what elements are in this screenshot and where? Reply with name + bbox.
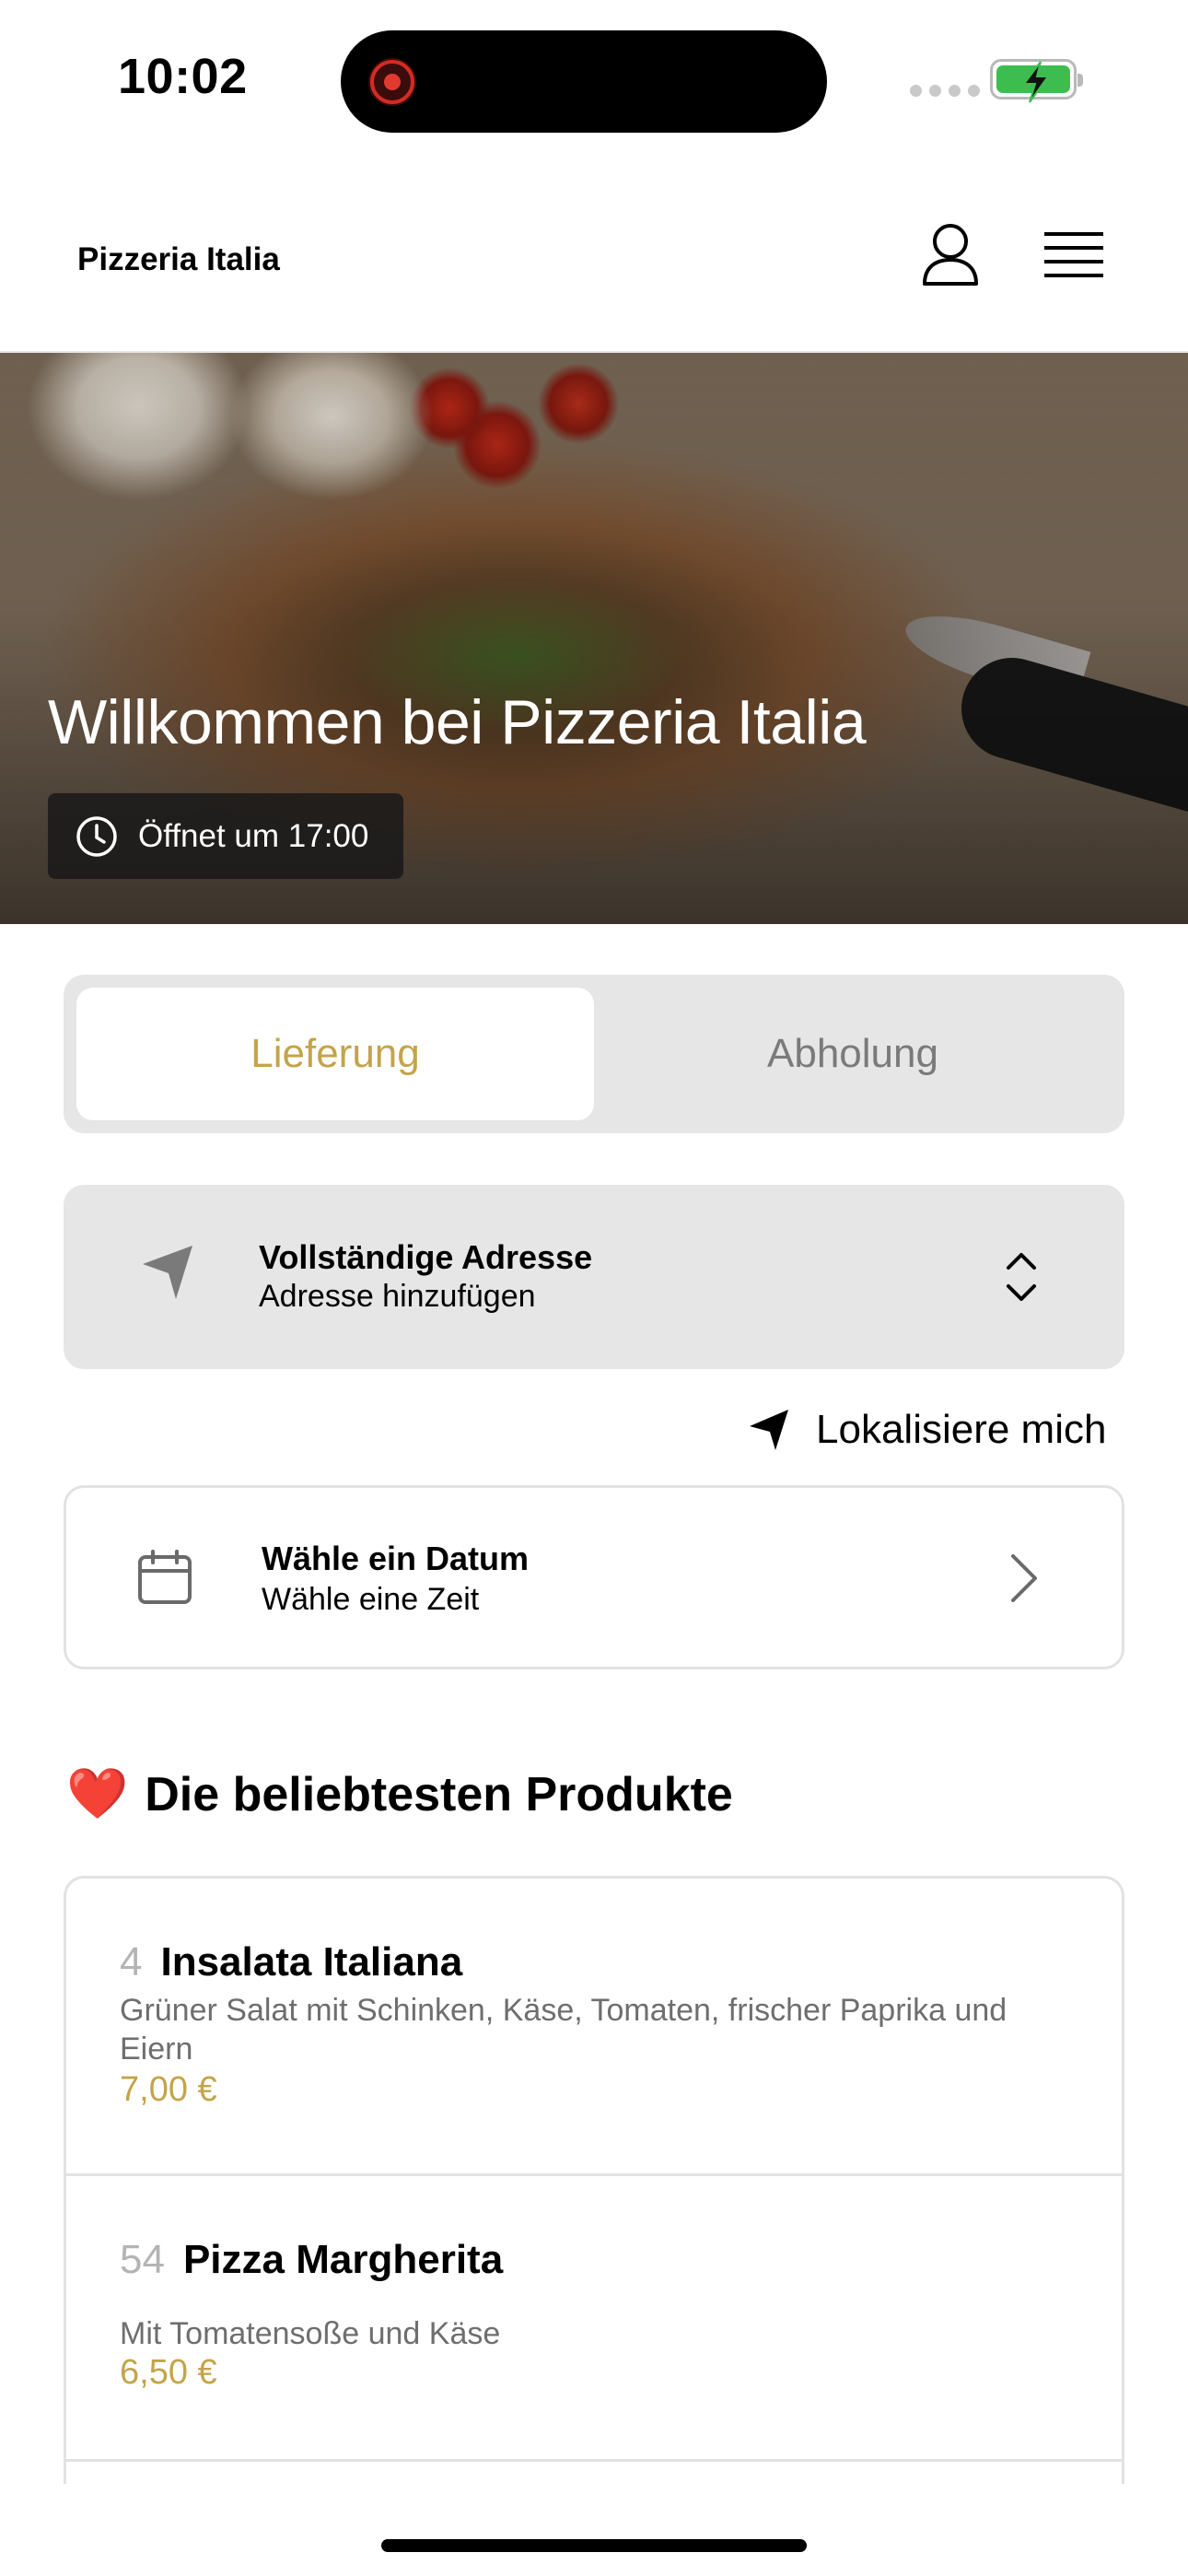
product-description: Mit Tomatensoße und Käse <box>120 2316 501 2351</box>
popular-products-heading: ❤️ Die beliebtesten Produkte <box>66 1765 733 1823</box>
status-bar: 10:02 <box>0 0 1188 157</box>
battery-charging-icon <box>990 59 1083 103</box>
dynamic-island <box>341 30 827 133</box>
heart-icon: ❤️ <box>66 1766 129 1821</box>
opening-hours-badge: Öffnet um 17:00 <box>48 793 404 879</box>
menu-icon[interactable] <box>1044 230 1103 282</box>
brand-name[interactable]: Pizzeria Italia <box>77 241 280 278</box>
order-mode-toggle: Lieferung Abholung <box>64 975 1124 1133</box>
locate-me-label: Lokalisiere mich <box>816 1407 1107 1452</box>
calendar-icon <box>138 1550 192 1604</box>
product-list: 4 Insalata Italiana Grüner Salat mit Sch… <box>64 1876 1124 2484</box>
product-item[interactable]: 4 Insalata Italiana Grüner Salat mit Sch… <box>66 1879 1122 2176</box>
clock-icon <box>76 815 117 857</box>
signal-icon <box>910 85 980 97</box>
product-price: 6,50 € <box>120 2353 217 2392</box>
address-title: Vollständige Adresse <box>259 1238 593 1276</box>
address-subtitle: Adresse hinzufügen <box>259 1279 536 1314</box>
date-title: Wähle ein Datum <box>262 1540 530 1577</box>
tab-delivery[interactable]: Lieferung <box>76 988 594 1120</box>
opening-hours-text: Öffnet um 17:00 <box>138 817 369 854</box>
product-name: Pizza Margherita <box>182 2237 504 2282</box>
product-number: 4 <box>120 1939 143 1985</box>
product-number: 54 <box>120 2237 165 2282</box>
hero-title: Willkommen bei Pizzeria Italia <box>48 687 867 757</box>
address-selector[interactable]: Vollständige Adresse Adresse hinzufügen <box>64 1185 1124 1369</box>
time-subtitle: Wähle eine Zeit <box>262 1582 480 1617</box>
date-time-selector[interactable]: Wähle ein Datum Wähle eine Zeit <box>64 1485 1124 1669</box>
product-name: Insalata Italiana <box>160 1939 463 1985</box>
recording-icon <box>368 58 416 106</box>
locate-me-button[interactable]: Lokalisiere mich <box>748 1400 1106 1459</box>
popular-products-title: Die beliebtesten Produkte <box>145 1767 733 1821</box>
home-indicator[interactable] <box>381 2539 807 2552</box>
chevron-up-down-icon <box>1007 1253 1036 1301</box>
hero-banner: Willkommen bei Pizzeria Italia Öffnet um… <box>0 353 1188 924</box>
chevron-right-icon <box>1011 1554 1037 1602</box>
product-item[interactable]: 54 Pizza Margherita Mit Tomatensoße und … <box>66 2176 1122 2462</box>
tab-pickup[interactable]: Abholung <box>594 988 1112 1120</box>
app-header: Pizzeria Italia <box>0 157 1188 353</box>
user-icon[interactable] <box>921 223 980 287</box>
status-time: 10:02 <box>118 49 248 104</box>
product-description: Grüner Salat mit Schinken, Käse, Tomaten… <box>120 1993 1007 2067</box>
location-arrow-icon <box>750 1410 788 1450</box>
navigation-arrow-icon <box>143 1246 192 1299</box>
product-price: 7,00 € <box>120 2070 217 2109</box>
